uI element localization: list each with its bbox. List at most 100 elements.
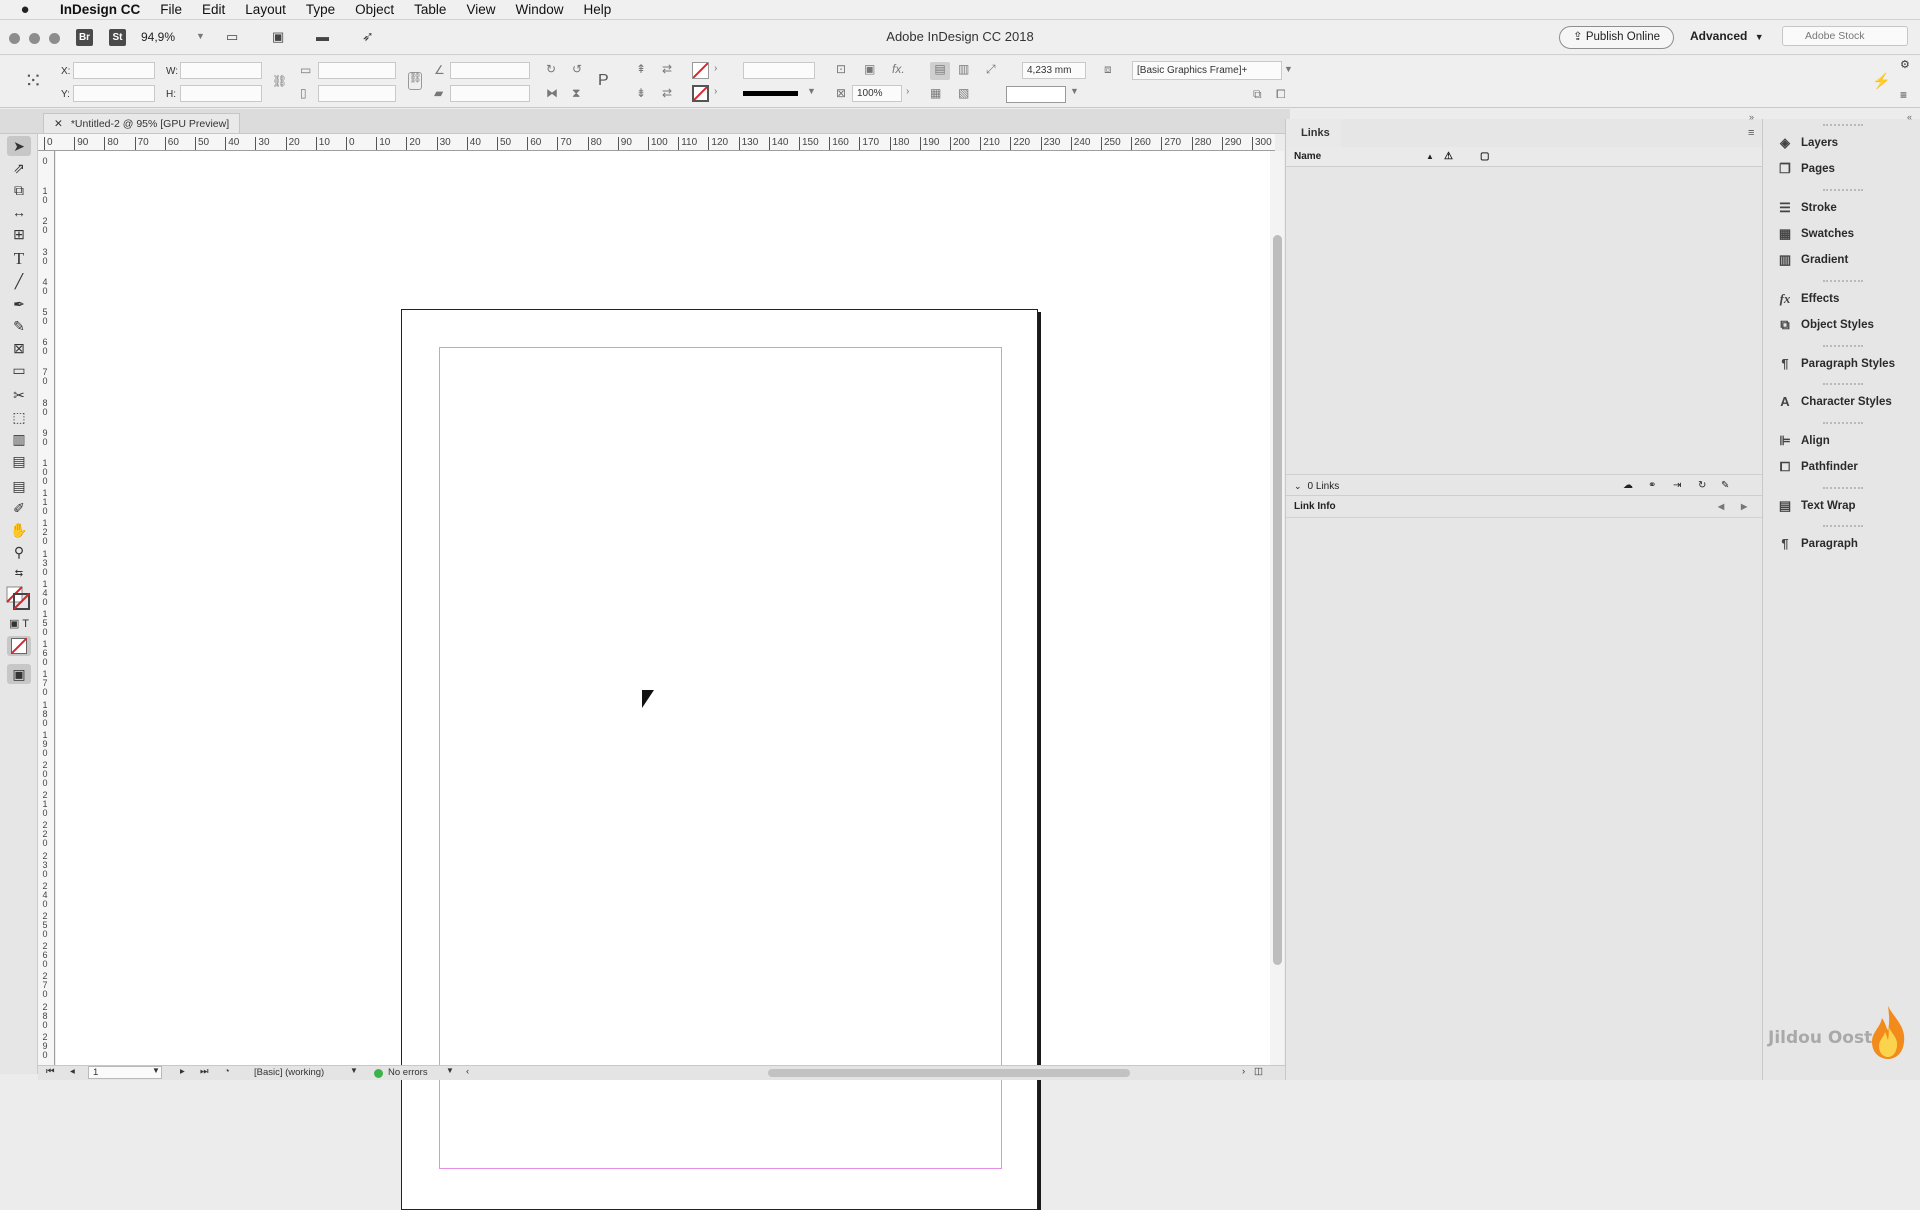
- dock-stroke[interactable]: ☰ Stroke: [1775, 196, 1915, 220]
- dock-pages[interactable]: ❐ Pages: [1775, 157, 1915, 181]
- zoom-level[interactable]: 94,9%: [141, 30, 191, 44]
- go-to-link-icon[interactable]: ⇥: [1673, 475, 1681, 497]
- align-stroke-inside-icon[interactable]: ▥: [958, 62, 969, 76]
- align-stroke-center-icon[interactable]: ▤: [930, 62, 950, 80]
- preflight-status[interactable]: No errors: [388, 1067, 428, 1078]
- scale-y-field[interactable]: [318, 85, 396, 102]
- stock-button[interactable]: St: [109, 29, 126, 46]
- relink-icon[interactable]: ⚭: [1648, 475, 1656, 497]
- select-previous-icon[interactable]: ⇄: [662, 62, 672, 76]
- formatting-container-icon[interactable]: ▣ T: [7, 614, 31, 634]
- rectangle-frame-tool-icon[interactable]: ⊠: [7, 338, 31, 358]
- drop-shadow-icon[interactable]: ▣: [864, 62, 875, 76]
- scissors-tool-icon[interactable]: ✂: [7, 385, 31, 405]
- opacity-field[interactable]: 100%: [852, 85, 902, 102]
- dock-effects[interactable]: fx Effects: [1775, 287, 1915, 311]
- next-page-icon[interactable]: ▸: [180, 1066, 185, 1077]
- horizontal-scrollbar-thumb[interactable]: [768, 1069, 1130, 1077]
- rotation-angle-field[interactable]: [450, 62, 530, 79]
- split-view-icon[interactable]: ◫: [1254, 1066, 1263, 1077]
- stroke-type-preview[interactable]: [743, 91, 798, 96]
- line-tool-icon[interactable]: ╱: [7, 271, 31, 291]
- chevron-down-icon[interactable]: ▼: [1284, 64, 1293, 74]
- dock-grip[interactable]: [1823, 280, 1863, 282]
- links-panel-tab[interactable]: Links: [1286, 119, 1341, 147]
- previous-link-icon[interactable]: ◀: [1718, 496, 1724, 518]
- horizontal-ruler[interactable]: 0 90 80 70 60 50 40 30 20 10 0 10 20 30 40 50 60 70 80 90 10…: [38, 134, 1275, 151]
- gear-icon[interactable]: ⚙: [1900, 58, 1910, 71]
- fill-stroke-proxy[interactable]: [6, 586, 30, 610]
- menu-edit[interactable]: Edit: [192, 0, 235, 20]
- publish-online-button[interactable]: ⇪ Publish Online: [1559, 26, 1674, 49]
- scale-x-field[interactable]: [318, 62, 396, 79]
- dock-grip[interactable]: [1823, 383, 1863, 385]
- rotate-clockwise-icon[interactable]: ↻: [546, 62, 556, 76]
- clear-style-icon[interactable]: ⧠: [1276, 87, 1286, 102]
- close-icon[interactable]: ✕: [54, 118, 63, 130]
- screen-mode-icon[interactable]: ▣: [272, 29, 284, 45]
- dock-align[interactable]: ⊫ Align: [1775, 429, 1915, 453]
- menu-file[interactable]: File: [150, 0, 192, 20]
- eyedropper-tool-icon[interactable]: ✐: [7, 498, 31, 518]
- corner-shape-field[interactable]: [1006, 86, 1066, 103]
- type-tool-icon[interactable]: T: [7, 249, 31, 269]
- expand-panels-icon[interactable]: «: [1907, 112, 1912, 122]
- next-link-icon[interactable]: ▶: [1741, 496, 1747, 518]
- dock-grip[interactable]: [1823, 345, 1863, 347]
- chevron-down-icon[interactable]: ▼: [807, 86, 816, 96]
- hand-tool-icon[interactable]: ✋: [7, 520, 31, 540]
- pencil-tool-icon[interactable]: ✎: [7, 316, 31, 336]
- chevron-down-icon[interactable]: ▼: [1070, 86, 1079, 96]
- x-position-field[interactable]: [73, 62, 155, 79]
- chevron-down-icon[interactable]: ▼: [196, 31, 205, 41]
- y-position-field[interactable]: [73, 85, 155, 102]
- effects-fx-icon[interactable]: fx.: [892, 62, 905, 76]
- pen-tool-icon[interactable]: ✒: [7, 294, 31, 314]
- dock-grip[interactable]: [1823, 124, 1863, 126]
- opacity-chevron-icon[interactable]: ›: [906, 86, 909, 97]
- scroll-right-icon[interactable]: ›: [1242, 1066, 1245, 1077]
- dock-text-wrap[interactable]: ▤ Text Wrap: [1775, 494, 1915, 518]
- relink-cc-icon[interactable]: ☁: [1623, 475, 1633, 497]
- menu-type[interactable]: Type: [296, 0, 345, 20]
- menu-help[interactable]: Help: [573, 0, 621, 20]
- sort-arrow-icon[interactable]: ▲: [1426, 147, 1434, 167]
- chevron-down-icon[interactable]: ▼: [350, 1066, 358, 1075]
- flip-vertical-icon[interactable]: ⧗: [572, 86, 580, 101]
- dock-paragraph-styles[interactable]: ¶ Paragraph Styles: [1775, 352, 1915, 376]
- menu-view[interactable]: View: [456, 0, 505, 20]
- dock-grip[interactable]: [1823, 189, 1863, 191]
- shear-angle-field[interactable]: [450, 85, 530, 102]
- menu-app-name[interactable]: InDesign CC: [50, 0, 150, 20]
- quick-apply-lightning-icon[interactable]: ⚡: [1872, 72, 1891, 90]
- apple-icon[interactable]: ●: [0, 1, 50, 18]
- page-number-field[interactable]: 1: [88, 1066, 162, 1079]
- menu-window[interactable]: Window: [505, 0, 573, 20]
- text-wrap-icon[interactable]: ▦: [930, 86, 941, 100]
- chevron-down-icon[interactable]: ⌄: [1294, 481, 1302, 491]
- apply-none-icon[interactable]: [7, 636, 31, 656]
- select-content-icon[interactable]: ⇟: [636, 86, 646, 100]
- gap-tool-icon[interactable]: ↔: [7, 202, 31, 222]
- dock-pathfinder[interactable]: ⧠ Pathfinder: [1775, 455, 1915, 479]
- fill-swatch[interactable]: [692, 62, 709, 79]
- dock-grip[interactable]: [1823, 525, 1863, 527]
- stroke-weight-mm-field[interactable]: 4,233 mm: [1022, 62, 1086, 79]
- first-page-icon[interactable]: ⏮: [46, 1066, 55, 1077]
- menu-layout[interactable]: Layout: [235, 0, 296, 20]
- rectangle-tool-icon[interactable]: ▭: [7, 360, 31, 380]
- frame-fitting-icon[interactable]: ⊡: [836, 62, 846, 76]
- direct-selection-tool-icon[interactable]: ⇗: [7, 158, 31, 178]
- workspace-switcher[interactable]: Advanced ▼: [1690, 29, 1764, 43]
- height-field[interactable]: [180, 85, 262, 102]
- page-column-icon[interactable]: ▢: [1480, 147, 1489, 167]
- dock-grip[interactable]: [1823, 487, 1863, 489]
- gradient-feather-tool-icon[interactable]: ▤: [7, 451, 31, 471]
- width-field[interactable]: [180, 62, 262, 79]
- swap-fill-stroke-icon[interactable]: ⇆: [7, 564, 31, 584]
- rotate-counterclockwise-icon[interactable]: ↺: [572, 62, 582, 76]
- vertical-scrollbar-thumb[interactable]: [1273, 235, 1282, 965]
- dock-object-styles[interactable]: ⧉ Object Styles: [1775, 313, 1915, 337]
- publish-rocket-icon[interactable]: ➶: [362, 28, 374, 45]
- chevron-down-icon[interactable]: ▼: [152, 1066, 160, 1075]
